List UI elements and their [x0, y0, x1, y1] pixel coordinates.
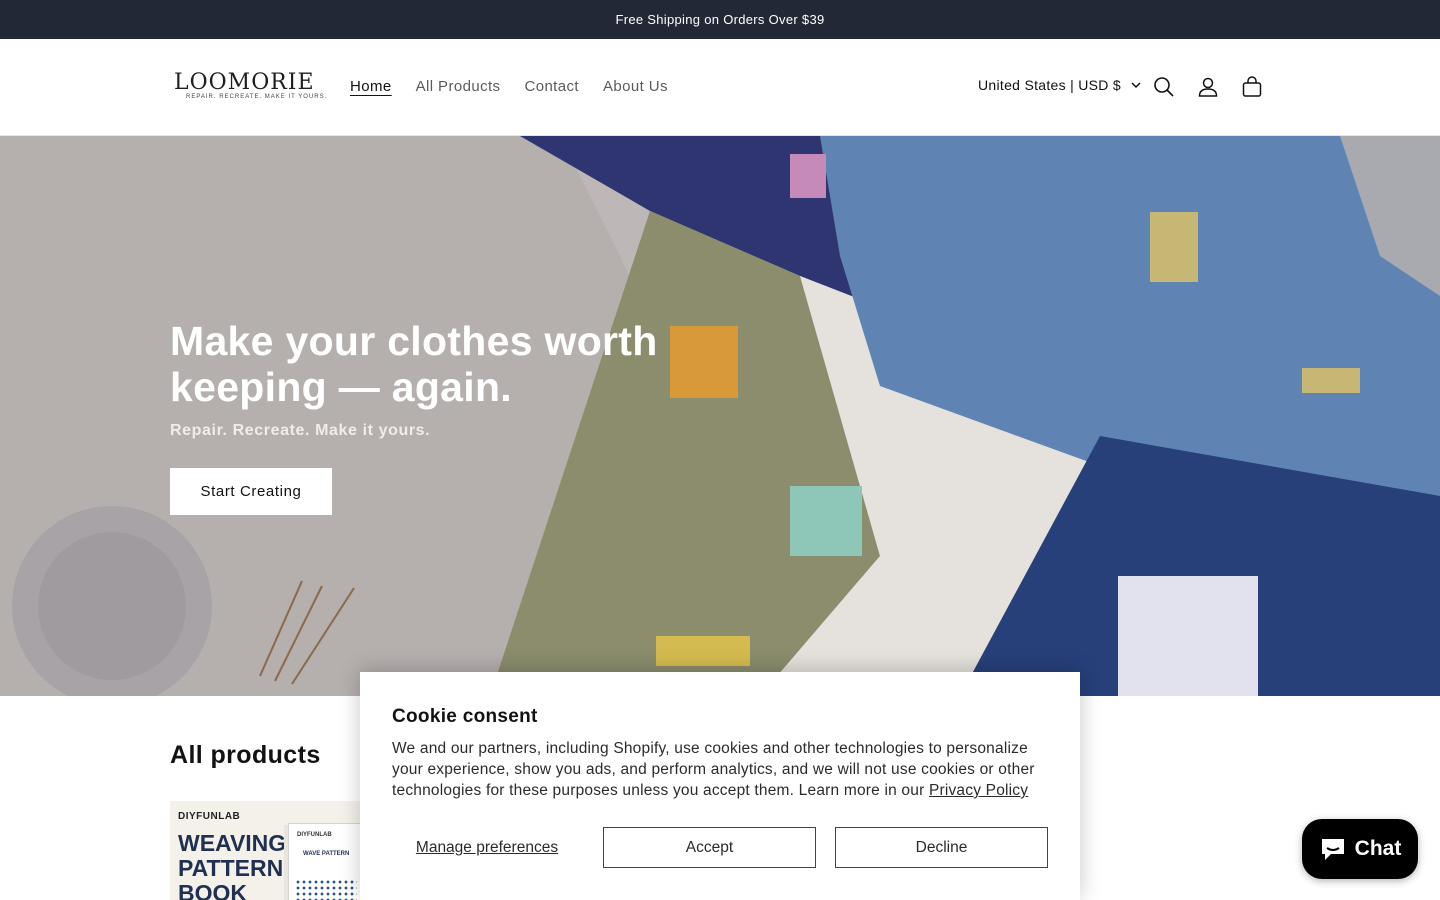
- hero-subtitle: Repair. Recreate. Make it yours.: [170, 422, 431, 439]
- account-icon: [1198, 77, 1218, 97]
- country-selector-label: United States | USD $: [978, 77, 1121, 93]
- site-header: LOOMORIE REPAIR. RECREATE. MAKE IT YOURS…: [0, 39, 1440, 136]
- privacy-policy-link[interactable]: Privacy Policy: [929, 782, 1028, 799]
- nav-home[interactable]: Home: [338, 75, 404, 98]
- search-button[interactable]: [1149, 72, 1179, 102]
- all-products-heading: All products: [170, 741, 321, 769]
- store-logo[interactable]: LOOMORIE REPAIR. RECREATE. MAKE IT YOURS…: [170, 67, 326, 109]
- sheet-title: WAVE PATTERN: [303, 851, 350, 857]
- chat-label: Chat: [1354, 837, 1402, 860]
- hero-banner: Make your clothes worth keeping — again.…: [0, 136, 1440, 696]
- country-selector[interactable]: United States | USD $: [978, 77, 1141, 93]
- main-nav: Home All Products Contact About Us: [338, 75, 680, 98]
- start-creating-button[interactable]: Start Creating: [170, 468, 332, 515]
- logo-wordmark: LOOMORIE: [174, 70, 315, 95]
- search-icon: [1154, 77, 1174, 97]
- product-brand: DIYFUNLAB: [178, 811, 241, 822]
- account-button[interactable]: [1193, 72, 1223, 102]
- sheet-brand: DIYFUNLAB: [297, 832, 332, 838]
- logo-tagline: REPAIR. RECREATE. MAKE IT YOURS.: [186, 94, 328, 100]
- accept-button[interactable]: Accept: [603, 827, 816, 868]
- pattern-grid: [295, 879, 357, 900]
- cookie-consent-banner: Cookie consent We and our partners, incl…: [360, 672, 1080, 900]
- cookie-title: Cookie consent: [392, 706, 538, 727]
- chevron-down-icon: [1131, 82, 1141, 89]
- hero-image: [0, 136, 1440, 696]
- manage-preferences-button[interactable]: Manage preferences: [392, 827, 582, 868]
- product-cover-title: WEAVING PATTERN BOOK: [178, 830, 287, 900]
- nav-contact[interactable]: Contact: [512, 75, 591, 98]
- nav-about-us[interactable]: About Us: [591, 75, 680, 98]
- nav-all-products[interactable]: All Products: [404, 75, 513, 98]
- chat-widget-button[interactable]: Chat: [1302, 819, 1418, 879]
- hero-title: Make your clothes worth keeping — again.: [170, 318, 658, 410]
- chat-bubble-icon: [1321, 839, 1344, 860]
- decline-button[interactable]: Decline: [835, 827, 1048, 868]
- cart-button[interactable]: [1237, 72, 1267, 102]
- cart-icon: [1242, 76, 1262, 97]
- product-pattern-sheet: DIYFUNLAB WAVE PATTERN: [288, 823, 364, 900]
- product-card[interactable]: DIYFUNLAB WEAVING PATTERN BOOK DIYFUNLAB…: [170, 801, 370, 900]
- cookie-body: We and our partners, including Shopify, …: [392, 738, 1056, 801]
- announcement-bar: Free Shipping on Orders Over $39: [0, 0, 1440, 39]
- announcement-text: Free Shipping on Orders Over $39: [615, 12, 825, 27]
